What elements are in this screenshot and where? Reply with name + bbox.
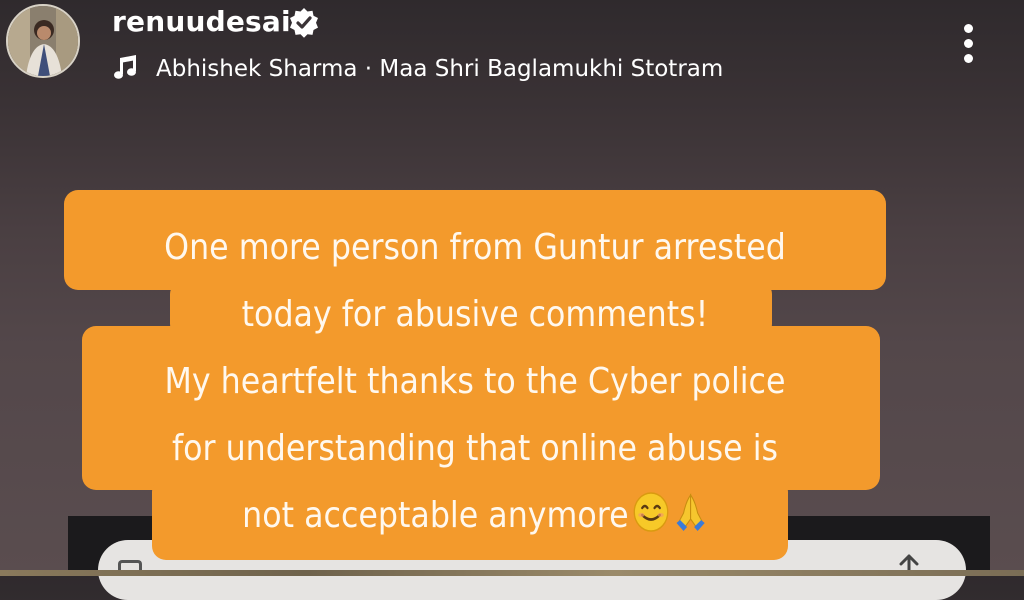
music-artist: Abhishek Sharma [156,56,358,82]
more-vertical-icon [964,24,973,33]
more-options-button[interactable] [954,20,984,68]
story-header: renuudesai Abhishek Sharma · Maa Shri Ba… [0,0,1024,100]
music-separator: · [364,56,373,82]
music-info[interactable]: Abhishek Sharma · Maa Shri Baglamukhi St… [156,52,723,86]
story-text: One more person from Guntur arrested tod… [113,214,836,549]
more-vertical-icon-dot [964,39,973,48]
background-photo-strip [0,570,1024,576]
music-note-icon [114,55,136,79]
story-line: not acceptable anymore [242,495,629,536]
story-line: today for abusive comments! [241,294,709,335]
avatar-photo [8,6,78,76]
verified-badge-icon [290,8,318,38]
folded-hands-emoji [676,493,705,531]
story-line-last: not acceptable anymore [113,482,836,549]
username[interactable]: renuudesai [112,2,291,42]
more-vertical-icon-dot [964,54,973,63]
story-line: My heartfelt thanks to the Cyber police [164,361,786,402]
music-track: Maa Shri Baglamukhi Stotram [379,56,724,82]
smiling-face-emoji [633,492,668,532]
story-line: One more person from Guntur arrested [164,227,786,268]
story-line: for understanding that online abuse is [171,428,779,469]
avatar[interactable] [6,4,80,78]
